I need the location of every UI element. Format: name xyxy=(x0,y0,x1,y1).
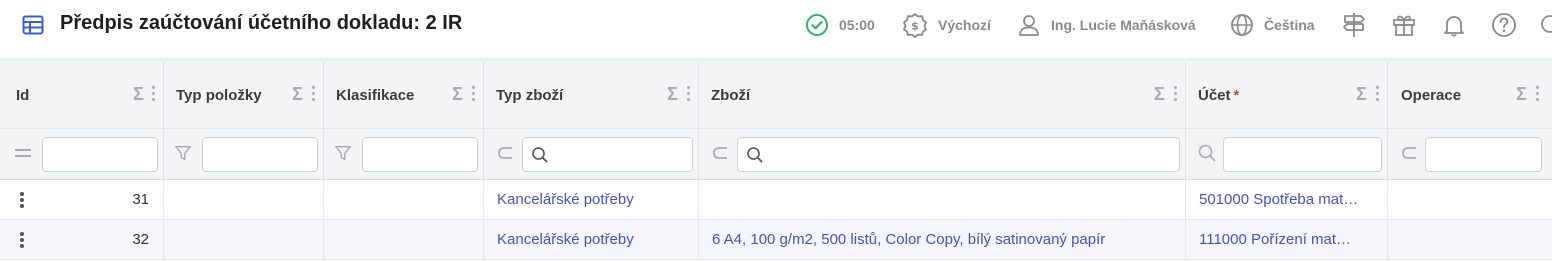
cell-id: 32 xyxy=(0,220,164,260)
filter-cell-typ-polozky xyxy=(164,129,324,180)
user-menu[interactable]: Ing. Lucie Maňásková xyxy=(1017,12,1196,38)
sum-icon[interactable]: Σ xyxy=(452,84,463,105)
column-label: Typ zboží xyxy=(496,87,564,104)
cell-id-value: 32 xyxy=(132,231,149,248)
search-icon[interactable] xyxy=(1196,144,1218,162)
cell-ucet[interactable]: 501000 Spotřeba mat… xyxy=(1186,180,1388,220)
user-icon xyxy=(1019,15,1039,36)
help-icon[interactable] xyxy=(1491,12,1517,38)
funnel-icon[interactable] xyxy=(334,144,352,162)
cell-zbozi[interactable]: 6 A4, 100 g/m2, 500 listů, Color Copy, b… xyxy=(699,220,1186,260)
check-circle-icon xyxy=(806,14,828,36)
column-label: Klasifikace xyxy=(336,87,415,104)
cell-typ-polozky[interactable] xyxy=(164,220,324,260)
search-icon xyxy=(532,147,548,163)
subset-operator-icon[interactable] xyxy=(711,144,729,162)
column-menu-icon[interactable] xyxy=(312,86,316,104)
sum-icon[interactable]: Σ xyxy=(1516,84,1527,105)
session-timer[interactable]: 05:00 xyxy=(805,12,875,38)
column-label: Id xyxy=(16,87,30,104)
cell-ucet[interactable]: 111000 Pořízení mat… xyxy=(1186,220,1388,260)
language-selector[interactable]: Čeština xyxy=(1230,12,1315,38)
timer-value: 05:00 xyxy=(839,17,875,33)
cell-operace[interactable] xyxy=(1388,220,1552,260)
row-menu-icon[interactable] xyxy=(20,192,24,208)
cell-id-value: 31 xyxy=(132,191,149,208)
cell-typ-zbozi[interactable]: Kancelářské potřeby xyxy=(484,220,699,260)
cell-id: 31 xyxy=(0,180,164,220)
filter-cell-typ-zbozi xyxy=(484,129,699,180)
cell-typ-zbozi[interactable]: Kancelářské potřeby xyxy=(484,180,699,220)
bell-icon[interactable] xyxy=(1441,12,1467,38)
filter-input-typ-polozky[interactable] xyxy=(202,137,318,172)
svg-text:$: $ xyxy=(911,20,919,33)
table-row[interactable]: 31 Kancelářské potřeby 501000 Spotřeba m… xyxy=(0,180,1552,220)
filter-input-id[interactable] xyxy=(42,137,158,172)
subset-operator-icon[interactable] xyxy=(1400,144,1418,162)
grid-filter-row xyxy=(0,129,1552,180)
equals-operator-icon[interactable] xyxy=(14,144,32,162)
row-menu-icon[interactable] xyxy=(20,232,24,248)
gift-icon[interactable] xyxy=(1391,12,1417,38)
cell-klasifikace[interactable] xyxy=(324,220,484,260)
column-menu-icon[interactable] xyxy=(1536,86,1540,104)
column-menu-icon[interactable] xyxy=(152,86,156,104)
search-icon xyxy=(747,147,763,163)
signpost-icon[interactable] xyxy=(1341,12,1367,38)
column-label: Účet * xyxy=(1198,87,1239,104)
currency-badge-icon: $ xyxy=(903,13,927,38)
filter-input-zbozi[interactable] xyxy=(737,137,1180,172)
column-menu-icon[interactable] xyxy=(472,86,476,104)
column-header-typ-polozky[interactable]: Typ položky Σ xyxy=(164,62,324,129)
filter-cell-ucet xyxy=(1186,129,1388,180)
currency-label: Výchozí xyxy=(938,17,991,33)
column-label: Typ položky xyxy=(176,87,262,104)
filter-cell-zbozi xyxy=(699,129,1186,180)
page-title: Předpis zaúčtování účetního dokladu: 2 I… xyxy=(60,12,463,34)
filter-input-typ-zbozi[interactable] xyxy=(522,137,693,172)
sum-icon[interactable]: Σ xyxy=(292,84,303,105)
filter-input-klasifikace[interactable] xyxy=(362,137,478,172)
column-menu-icon[interactable] xyxy=(687,86,691,104)
grid-header-row: Id Σ Typ položky Σ Klasifikace Σ Typ zbo… xyxy=(0,62,1552,129)
sum-icon[interactable]: Σ xyxy=(133,84,144,105)
filter-cell-id xyxy=(0,129,164,180)
column-label-text: Účet xyxy=(1198,87,1231,104)
table-row[interactable]: 32 Kancelářské potřeby 6 A4, 100 g/m2, 5… xyxy=(0,220,1552,260)
subset-operator-icon[interactable] xyxy=(496,144,514,162)
filter-input-ucet[interactable] xyxy=(1223,137,1382,172)
required-marker: * xyxy=(1233,87,1240,104)
language-label: Čeština xyxy=(1264,17,1315,33)
filter-cell-operace xyxy=(1388,129,1552,180)
column-header-zbozi[interactable]: Zboží Σ xyxy=(699,62,1186,129)
column-header-id[interactable]: Id Σ xyxy=(0,62,164,129)
column-menu-icon[interactable] xyxy=(1174,86,1178,104)
cell-klasifikace[interactable] xyxy=(324,180,484,220)
search-icon[interactable] xyxy=(1538,12,1552,38)
cell-operace[interactable] xyxy=(1388,180,1552,220)
cell-zbozi[interactable] xyxy=(699,180,1186,220)
cell-typ-polozky[interactable] xyxy=(164,180,324,220)
column-header-klasifikace[interactable]: Klasifikace Σ xyxy=(324,62,484,129)
currency-selector[interactable]: $ Výchozí xyxy=(902,12,991,38)
column-label: Operace xyxy=(1401,87,1462,104)
filter-input-operace[interactable] xyxy=(1425,137,1542,172)
column-label: Zboží xyxy=(711,87,751,104)
sum-icon[interactable]: Σ xyxy=(1356,84,1367,105)
column-menu-icon[interactable] xyxy=(1376,86,1380,104)
table-icon xyxy=(22,15,44,35)
filter-cell-klasifikace xyxy=(324,129,484,180)
app-header: Předpis zaúčtování účetního dokladu: 2 I… xyxy=(0,0,1552,50)
column-header-ucet[interactable]: Účet * Σ xyxy=(1186,62,1388,129)
sum-icon[interactable]: Σ xyxy=(667,84,678,105)
user-name: Ing. Lucie Maňásková xyxy=(1051,17,1196,33)
funnel-icon[interactable] xyxy=(174,144,192,162)
column-header-operace[interactable]: Operace Σ xyxy=(1388,62,1552,129)
globe-icon xyxy=(1231,14,1253,36)
column-header-typ-zbozi[interactable]: Typ zboží Σ xyxy=(484,62,699,129)
sum-icon[interactable]: Σ xyxy=(1154,84,1165,105)
